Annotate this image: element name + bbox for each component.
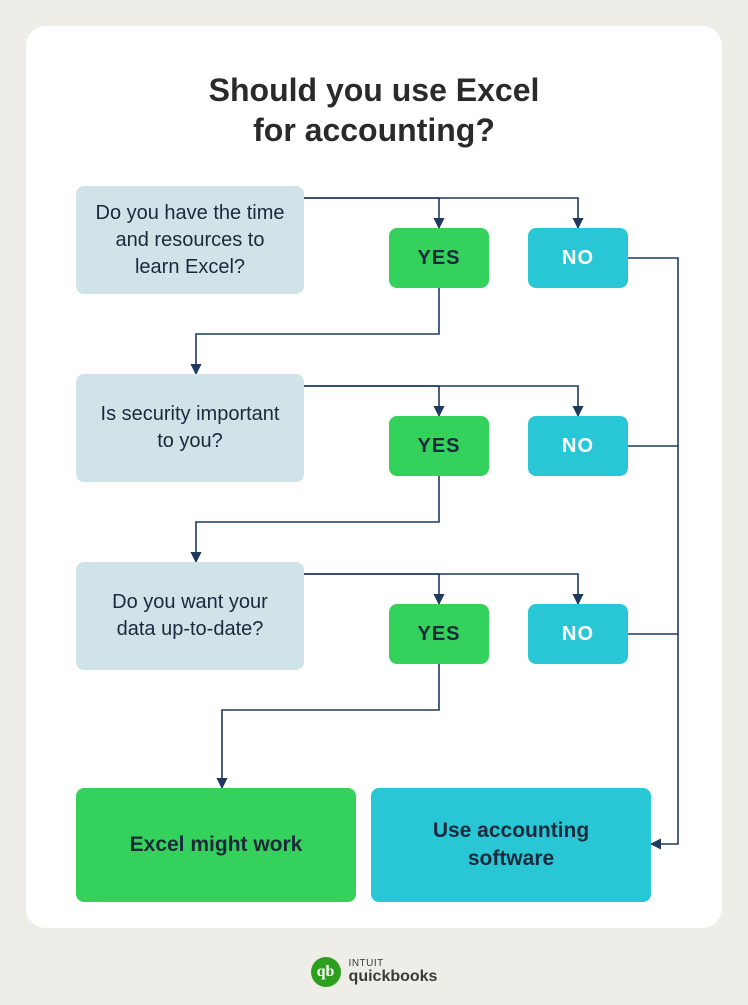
q1-no-option: NO <box>528 228 628 288</box>
q1-yes-option: YES <box>389 228 489 288</box>
question-3: Do you want your data up-to-date? <box>76 562 304 670</box>
diagram-title: Should you use Excel for accounting? <box>26 70 722 150</box>
q3-yes-option: YES <box>389 604 489 664</box>
quickbooks-logo-icon: qb <box>311 957 341 987</box>
question-2: Is security important to you? <box>76 374 304 482</box>
title-line-1: Should you use Excel <box>209 72 540 108</box>
diagram-card: Should you use Excel for accounting? <box>26 26 722 928</box>
question-1: Do you have the time and resources to le… <box>76 186 304 294</box>
brand-bottom: quickbooks <box>349 969 438 985</box>
outcome-software: Use accounting software <box>371 788 651 902</box>
q3-no-option: NO <box>528 604 628 664</box>
outcome-excel: Excel might work <box>76 788 356 902</box>
q2-yes-option: YES <box>389 416 489 476</box>
title-line-2: for accounting? <box>253 112 495 148</box>
q2-no-option: NO <box>528 416 628 476</box>
footer-brand: qb INTUIT quickbooks <box>0 957 748 987</box>
brand-text: INTUIT quickbooks <box>349 959 438 985</box>
